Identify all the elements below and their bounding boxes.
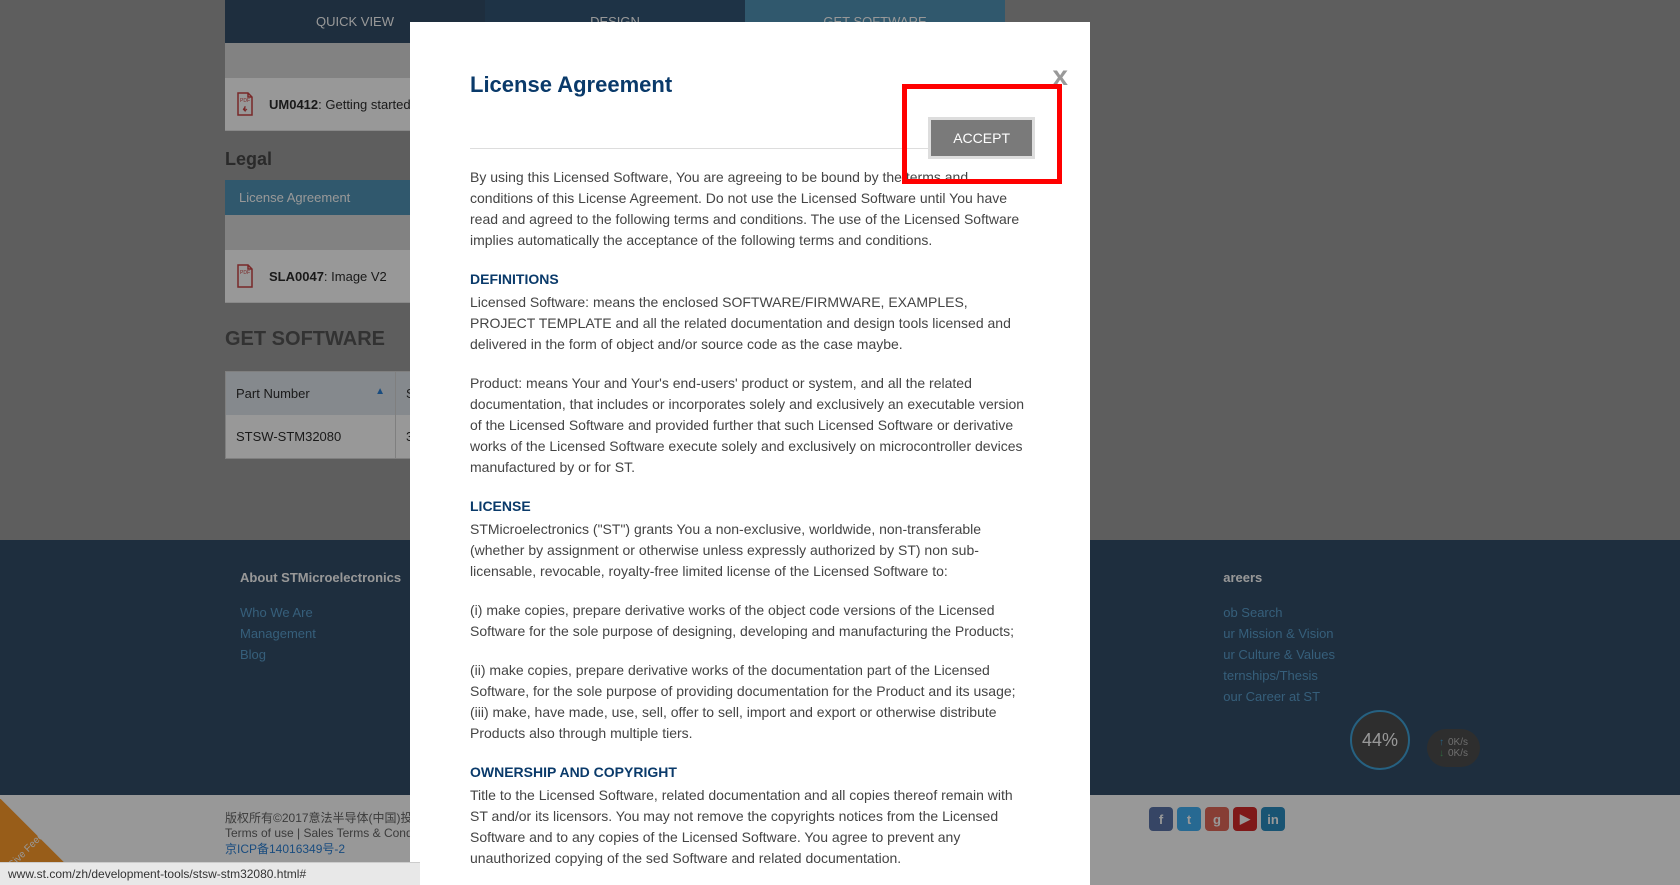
def-para-1: Licensed Software: means the enclosed SO…	[470, 292, 1030, 355]
lic-para-1: STMicroelectronics ("ST") grants You a n…	[470, 519, 1030, 582]
license-heading: LICENSE	[470, 496, 1030, 517]
definitions-heading: DEFINITIONS	[470, 269, 1030, 290]
close-icon[interactable]: x	[1052, 60, 1068, 92]
own-para: Title to the Licensed Software, related …	[470, 785, 1030, 869]
modal-body: By using this Licensed Software, You are…	[470, 167, 1030, 869]
def-para-2: Product: means Your and Your's end-users…	[470, 373, 1030, 478]
lic-para-2: (i) make copies, prepare derivative work…	[470, 600, 1030, 642]
modal-title: License Agreement	[470, 72, 1030, 98]
accept-button[interactable]: ACCEPT	[928, 117, 1035, 159]
license-modal: x License Agreement ACCEPT By using this…	[410, 22, 1090, 885]
browser-status-bar: www.st.com/zh/development-tools/stsw-stm…	[0, 862, 420, 885]
ownership-heading: OWNERSHIP AND COPYRIGHT	[470, 762, 1030, 783]
lic-para-34: (ii) make copies, prepare derivative wor…	[470, 660, 1030, 744]
intro-para: By using this Licensed Software, You are…	[470, 167, 1030, 251]
